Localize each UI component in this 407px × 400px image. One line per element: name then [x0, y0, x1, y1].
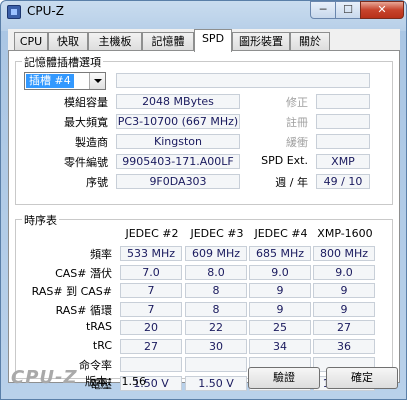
part-number-label: 零件編號: [64, 156, 108, 169]
timing-cell: 27: [120, 338, 182, 354]
timing-cell: 685 MHz: [249, 246, 311, 261]
manufacturer-label: 製造商: [75, 136, 108, 149]
timing-cell: 7: [120, 283, 182, 298]
chevron-down-icon[interactable]: [89, 73, 105, 89]
timing-row-label: RAS# 循環: [55, 303, 112, 317]
serial-label: 序號: [86, 176, 108, 189]
tab-spd[interactable]: SPD: [194, 29, 232, 52]
timing-cell: 8.0: [185, 264, 247, 280]
version-label: 版本：: [85, 375, 118, 388]
timing-cell: 800 MHz: [313, 246, 375, 261]
timing-cell: 20: [120, 320, 182, 335]
window-title: CPU-Z: [27, 4, 64, 18]
timing-cell: 25: [249, 320, 311, 335]
timing-cell: 27: [313, 320, 375, 335]
bottom-bar: CPU-Z 版本： 1.56 驗證 確定: [1, 363, 406, 399]
timing-row-label: tRAS: [85, 320, 112, 333]
timing-row-label: RAS# 到 CAS#: [31, 285, 112, 298]
correction-label: 修正: [286, 96, 308, 109]
timing-row-label: CAS# 潛伏: [55, 266, 112, 280]
ok-button[interactable]: 確定: [326, 367, 398, 389]
registered-field: [316, 114, 370, 129]
correction-field: [316, 94, 370, 109]
tab-cpu[interactable]: CPU: [14, 32, 48, 51]
buffered-label: 緩衝: [286, 136, 308, 149]
timings-group-label: 時序表: [22, 212, 59, 228]
tab-graphics[interactable]: 圖形裝置: [232, 32, 290, 51]
spd-ext-field: XMP: [316, 154, 370, 169]
cpuz-app-icon: [7, 5, 21, 19]
timing-cell: 9: [313, 283, 375, 298]
memory-type-field: [116, 73, 370, 88]
serial-field: 9F0DA303: [116, 174, 240, 189]
timing-cell: 9: [313, 301, 375, 317]
timings-column-header: XMP-1600: [317, 227, 373, 240]
module-size-label: 模組容量: [64, 96, 108, 109]
timing-cell: 9.0: [249, 264, 311, 280]
max-bandwidth-label: 最大頻寬: [64, 116, 108, 129]
version-text: 版本： 1.56: [85, 373, 146, 389]
timings-column-header: JEDEC #3: [190, 227, 244, 240]
tab-bar: CPU 快取 主機板 記憶體 SPD 圖形裝置 關於: [8, 29, 400, 52]
timing-row-label: 頻率: [90, 248, 112, 261]
tab-memory[interactable]: 記憶體: [142, 32, 194, 51]
version-value: 1.56: [121, 375, 147, 388]
memory-slot-group: 記憶體插槽選項 插槽 #4 模組容量 2048 MBytes 最大頻寬 PC3-…: [15, 54, 393, 205]
spd-ext-label: SPD Ext.: [261, 154, 308, 167]
timing-cell: 609 MHz: [185, 246, 247, 261]
tab-mainboard[interactable]: 主機板: [88, 32, 142, 51]
max-bandwidth-field: PC3-10700 (667 MHz): [116, 114, 240, 129]
timing-cell: 34: [249, 338, 311, 354]
spd-panel: 記憶體插槽選項 插槽 #4 模組容量 2048 MBytes 最大頻寬 PC3-…: [8, 50, 400, 391]
timing-cell: 8: [185, 283, 247, 298]
slot-select[interactable]: 插槽 #4: [24, 72, 106, 90]
week-year-field: 49 / 10: [316, 174, 370, 189]
timing-cell: 9: [249, 301, 311, 317]
timing-cell: 9.0: [313, 264, 375, 280]
timings-group: 時序表 JEDEC #2 JEDEC #3 JEDEC #4 XMP-1600 …: [15, 212, 393, 391]
week-year-label: 週 / 年: [275, 176, 308, 189]
cpuz-window: CPU-Z ─ ☐ ✕ CPU 快取 主機板 記憶體 SPD 圖形裝置 關於 記…: [0, 0, 407, 400]
timing-row-label: tRC: [92, 338, 112, 352]
tab-about[interactable]: 關於: [290, 32, 330, 51]
close-button[interactable]: ✕: [360, 1, 404, 19]
timing-cell: 30: [185, 338, 247, 354]
timing-cell: 8: [185, 301, 247, 317]
registered-label: 註冊: [286, 116, 308, 129]
part-number-field: 9905403-171.A00LF: [116, 154, 240, 169]
timing-cell: 9: [249, 283, 311, 298]
tab-cache[interactable]: 快取: [48, 32, 88, 51]
minimize-button[interactable]: ─: [310, 1, 336, 19]
timing-cell: 7: [120, 301, 182, 317]
timing-cell: 7.0: [120, 264, 182, 280]
validate-button[interactable]: 驗證: [248, 367, 320, 389]
timing-cell: 22: [185, 320, 247, 335]
timings-column-header: JEDEC #2: [125, 227, 179, 240]
timing-cell: 36: [313, 338, 375, 354]
maximize-button[interactable]: ☐: [335, 1, 361, 19]
slot-select-value: 插槽 #4: [26, 74, 74, 88]
manufacturer-field: Kingston: [116, 134, 240, 149]
buffered-field: [316, 134, 370, 149]
content-area: CPU 快取 主機板 記憶體 SPD 圖形裝置 關於 記憶體插槽選項 插槽 #4…: [8, 29, 400, 391]
cpuz-logo: CPU-Z: [11, 367, 78, 388]
memory-slot-group-label: 記憶體插槽選項: [22, 54, 103, 70]
module-size-field: 2048 MBytes: [116, 94, 240, 109]
timings-column-header: JEDEC #4: [254, 227, 308, 240]
title-bar[interactable]: CPU-Z ─ ☐ ✕: [1, 1, 406, 23]
timing-cell: 533 MHz: [120, 246, 182, 261]
